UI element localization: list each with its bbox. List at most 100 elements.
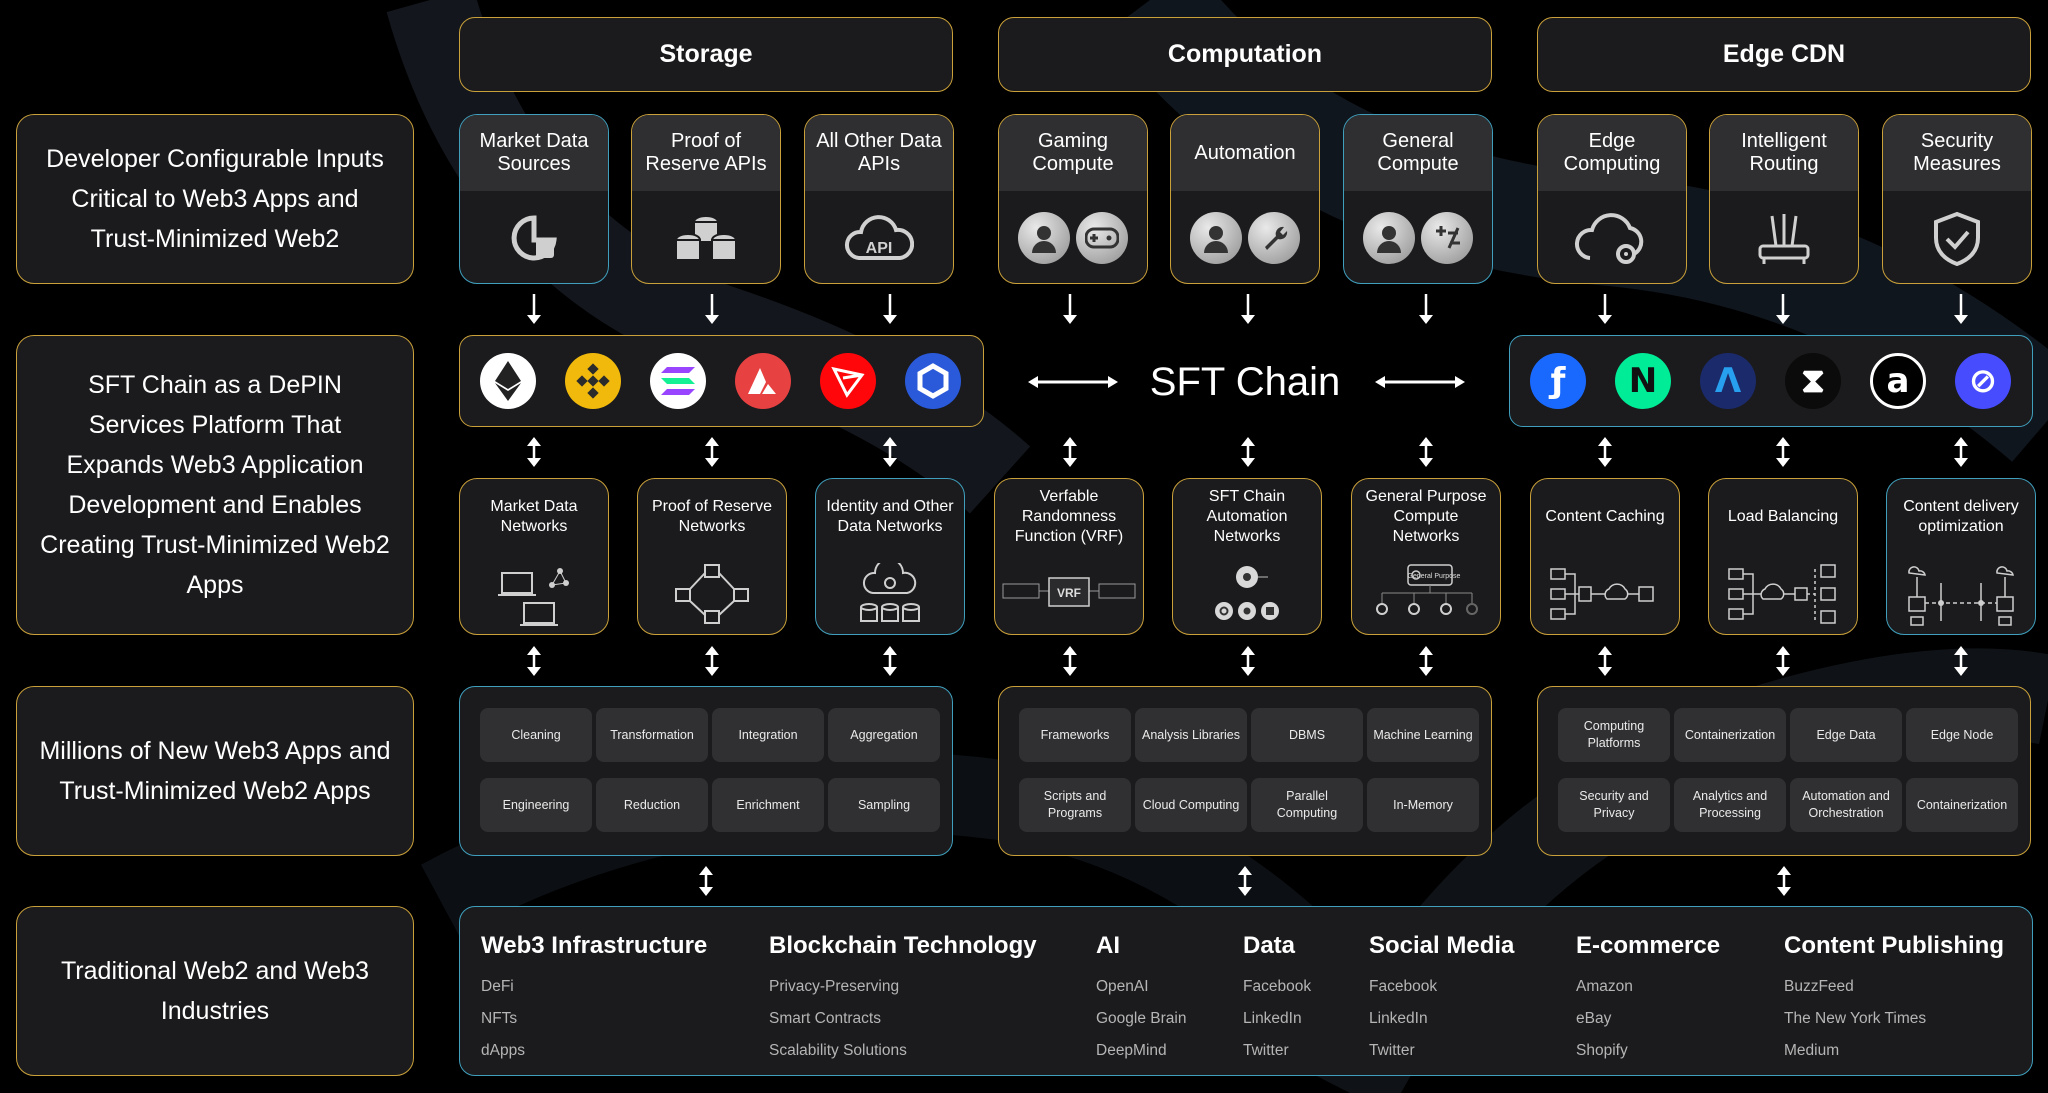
header-text: Edge CDN (1722, 40, 1846, 68)
automation-network-icon (1215, 566, 1279, 620)
app-chip: Automation and Orchestration (1790, 778, 1902, 832)
vrf-label: VRF (1057, 586, 1081, 600)
network-card: Identity and Other Data Networks (815, 478, 965, 635)
app-chip: Sampling (828, 778, 940, 832)
input-card-title: Gaming Compute (999, 115, 1147, 191)
input-card-title: General Compute (1344, 115, 1492, 191)
app-chip: Enrichment (712, 778, 824, 832)
network-card-title: Content Caching (1545, 508, 1665, 525)
network-card: Proof of Reserve Networks (637, 478, 787, 635)
app-chip: Integration (712, 708, 824, 762)
industry-column: Content Publishing BuzzFeed The New York T… (1784, 932, 2004, 1074)
industry-item: LinkedIn (1243, 1010, 1302, 1027)
input-card-title: Market Data Sources (460, 115, 608, 191)
input-card: Gaming Compute (998, 114, 1148, 284)
content-caching-icon (1550, 568, 1654, 620)
input-card: Edge Computing (1537, 114, 1687, 284)
industry-item: DeepMind (1096, 1042, 1167, 1059)
industry-item: dApps (481, 1042, 525, 1059)
network-card: SFT Chain Automation Networks (1172, 478, 1322, 635)
industry-title: AI (1096, 932, 1120, 959)
industry-item: LinkedIn (1369, 1010, 1428, 1027)
bidirectional-arrow (705, 646, 719, 676)
industry-item: Medium (1784, 1042, 1840, 1059)
network-card: General Purpose Compute Networks General… (1351, 478, 1501, 635)
input-card: Automation (1170, 114, 1320, 284)
header-storage: Storage (459, 17, 953, 92)
industry-item: DeFi (481, 978, 514, 995)
industry-column: Blockchain Technology Privacy-Preserving S… (769, 932, 1037, 1074)
down-arrow (1241, 294, 1255, 324)
database-network-icon (675, 564, 749, 624)
row-label-inputs: Developer Configurable Inputs Critical t… (16, 114, 414, 284)
industry-item: Scalability Solutions (769, 1042, 907, 1059)
industry-title: Social Media (1369, 932, 1515, 959)
industry-column: Data Facebook LinkedIn Twitter (1243, 932, 1311, 1074)
bidirectional-arrow (883, 437, 897, 467)
industry-item: BuzzFeed (1784, 978, 1854, 995)
network-card-title: Proof of Reserve Networks (651, 498, 773, 535)
app-chip: Reduction (596, 778, 708, 832)
app-chip: Machine Learning (1367, 708, 1479, 762)
down-arrow (527, 294, 541, 324)
laptop-network-icon (498, 568, 569, 626)
network-card: Market Data Networks (459, 478, 609, 635)
header-text: Storage (659, 40, 753, 68)
wrench-icon (1248, 212, 1300, 264)
app-chip: Cloud Computing (1135, 778, 1247, 832)
near-logo: N (1615, 353, 1671, 409)
industry-title: Web3 Infrastructure (481, 932, 708, 959)
compute-nodes-icon: General Purpose (1376, 564, 1478, 615)
industry-item: Amazon (1576, 978, 1633, 995)
user-icon (1363, 212, 1415, 264)
ethereum-logo (480, 353, 536, 409)
input-card-title: All Other Data APIs (805, 115, 953, 191)
cloud-gear-icon (1574, 213, 1644, 264)
bidirectional-arrow (699, 866, 713, 896)
network-card: Content delivery optimization (1886, 478, 2036, 635)
user-icon (1018, 212, 1070, 264)
app-chip: Containerization (1906, 778, 2018, 832)
industry-title: E-commerce (1576, 932, 1721, 959)
down-arrow (1419, 294, 1433, 324)
arbitrum-logo: Λ (1700, 353, 1756, 409)
industry-item: Shopify (1576, 1042, 1628, 1059)
row-label-text: Traditional Web2 and Web3 Industries (60, 957, 370, 1025)
industry-item: Twitter (1369, 1042, 1415, 1059)
bidirectional-arrow (883, 646, 897, 676)
coin-stack-icon (675, 215, 737, 261)
double-arrow-left (1028, 376, 1118, 388)
industry-item: Privacy-Preserving (769, 978, 900, 995)
load-balancing-icon (1728, 564, 1836, 624)
down-arrow (1598, 294, 1612, 324)
network-card-title: Verfable Randomness Function (VRF) (1014, 488, 1124, 545)
svg-text:API: API (866, 240, 893, 257)
network-card-title: Identity and Other Data Networks (826, 498, 954, 535)
sft-chain-text: SFT Chain (1149, 359, 1341, 404)
app-chip: Edge Node (1906, 708, 2018, 762)
down-arrow (1063, 294, 1077, 324)
row-label-industries: Traditional Web2 and Web3 Industries (16, 906, 414, 1076)
industry-item: Facebook (1369, 978, 1438, 995)
industry-title: Content Publishing (1784, 932, 2004, 959)
hourglass-logo: ⧗ (1785, 353, 1841, 409)
fantom-logo: ƒ (1530, 353, 1586, 409)
gamepad-icon (1076, 212, 1128, 264)
sft-chain-label: SFT Chain (1130, 352, 1360, 412)
app-chip: Parallel Computing (1251, 778, 1363, 832)
input-card-title: Security Measures (1883, 115, 2031, 191)
down-arrow (883, 294, 897, 324)
input-card: All Other Data APIs API (804, 114, 954, 284)
input-card-title: Intelligent Routing (1710, 115, 1858, 191)
row-label-apps: Millions of New Web3 Apps and Trust-Mini… (16, 686, 414, 856)
network-card-title: SFT Chain Automation Networks (1206, 488, 1288, 545)
industry-item: eBay (1576, 1010, 1612, 1027)
bidirectional-arrow (1419, 646, 1433, 676)
bidirectional-arrow (1776, 646, 1790, 676)
app-chip: Cleaning (480, 708, 592, 762)
avalanche-logo (735, 353, 791, 409)
chart-data-icon (511, 215, 557, 261)
shield-check-icon (1934, 211, 1980, 266)
input-card-title: Edge Computing (1538, 115, 1686, 191)
network-card: Load Balancing (1708, 478, 1858, 635)
